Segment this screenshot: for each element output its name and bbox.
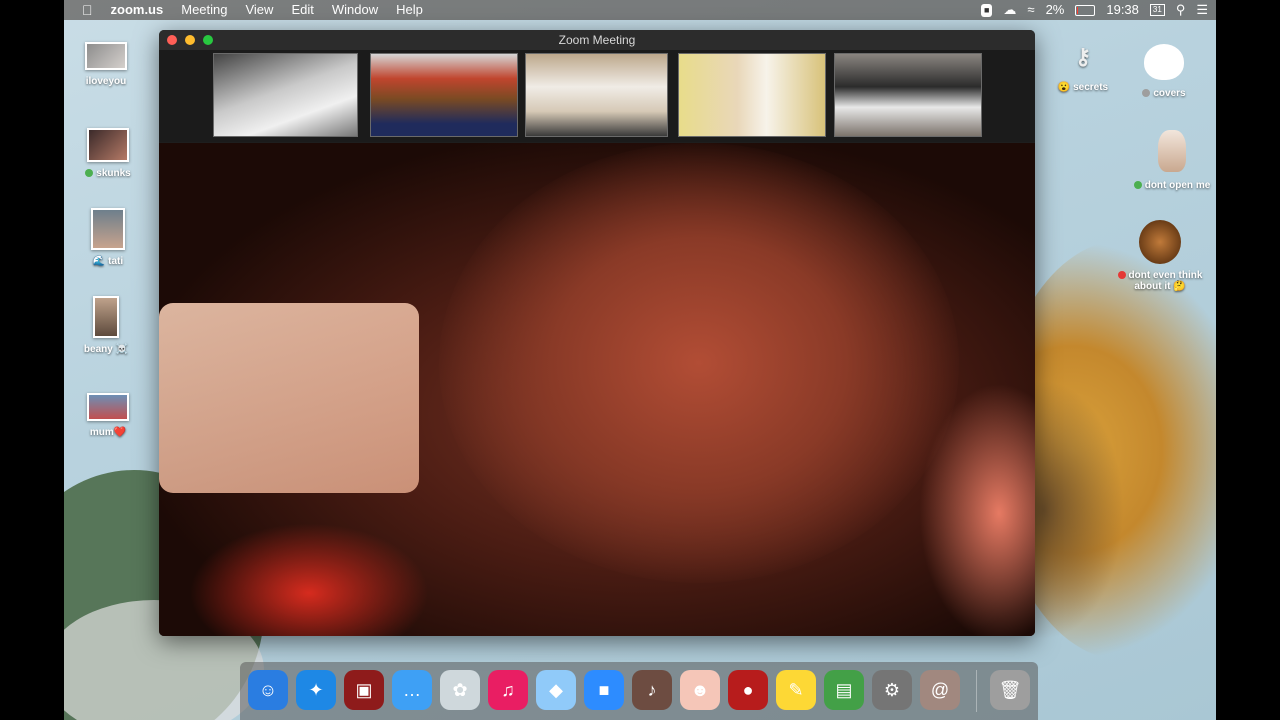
menu-meeting[interactable]: Meeting <box>172 0 236 20</box>
video-blur-shape <box>189 523 429 636</box>
calendar-icon[interactable]: 31 <box>1149 4 1165 16</box>
messages-icon[interactable]: … <box>392 670 432 710</box>
bunny-icon <box>1144 44 1184 80</box>
tag-green-icon <box>85 169 94 178</box>
dock-separator <box>976 670 977 712</box>
menu-window[interactable]: Window <box>323 0 387 20</box>
video-blur-shape <box>439 143 959 583</box>
folder-thumbnail <box>93 296 119 338</box>
menu-app-name[interactable]: zoom.us <box>102 0 173 20</box>
desktop-icon-label: dont open me <box>1144 180 1211 191</box>
preview-icon[interactable]: ▤ <box>824 670 864 710</box>
skull-emoji-icon: ☠️ <box>115 344 129 355</box>
system-preferences-icon[interactable]: ⚙ <box>872 670 912 710</box>
trash-icon[interactable]: 🗑 <box>990 670 1030 710</box>
safari-icon[interactable]: ✦ <box>296 670 336 710</box>
desktop-icon-label: beany <box>83 344 113 355</box>
spotlight-search-icon[interactable]: ⚲ <box>1176 0 1186 20</box>
photo-booth-alt-icon[interactable]: ● <box>728 670 768 710</box>
wave-emoji-icon: 🌊 <box>92 256 106 267</box>
desktop-icon-beany[interactable]: beany ☠️ <box>66 296 146 355</box>
key-icon: ⚷ <box>1074 44 1092 69</box>
creative-cloud-icon[interactable]: ☁ <box>1003 0 1016 20</box>
participant-video-tile[interactable] <box>834 53 982 137</box>
desktop-icon-label: mum <box>89 427 114 438</box>
close-button[interactable] <box>167 35 177 45</box>
desktop-icon-label: tati <box>108 256 124 267</box>
desktop-icon-label: skunks <box>96 168 131 179</box>
seal-icon[interactable]: ◆ <box>536 670 576 710</box>
zoom-status-icon[interactable]: ■ <box>980 3 993 17</box>
desktop-icon-skunks[interactable]: skunks <box>68 128 148 179</box>
desktop-icon-dont-open-me[interactable]: dont open me <box>1122 130 1216 191</box>
participant-video-tile[interactable] <box>213 53 358 137</box>
desktop-icon-tati[interactable]: 🌊 tati <box>68 208 148 267</box>
participant-video-tile[interactable] <box>678 53 826 137</box>
zoom-meeting-window[interactable]: Zoom Meeting <box>159 30 1035 636</box>
wifi-icon[interactable]: ≈ <box>1027 0 1034 20</box>
desktop-icon-iloveyou[interactable]: iloveyou <box>66 42 146 87</box>
desktop-icon-label: covers <box>1153 88 1186 99</box>
menu-extras: ■ ☁ ≈ 2% 19:38 31 ⚲ ☰ <box>980 0 1208 20</box>
finder-icon[interactable]: ☺ <box>248 670 288 710</box>
photo-booth-icon[interactable]: ▣ <box>344 670 384 710</box>
participant-strip <box>159 50 1035 142</box>
desktop:  zoom.us Meeting View Edit Window Help … <box>64 0 1216 720</box>
notification-center-icon[interactable]: ☰ <box>1196 0 1208 20</box>
garageband-icon[interactable]: ♪ <box>632 670 672 710</box>
folder-thumbnail <box>85 42 127 70</box>
dock: ☺ ✦ ▣… ✿ ♫ ◆ ■ ♪ ☻ ● ✎ ▤ ⚙ @ 🗑 <box>240 662 1038 720</box>
desktop-icon-label: secrets <box>1073 82 1109 93</box>
surprised-emoji-icon: 😮 <box>1057 82 1071 93</box>
rabbit-sticker-icon <box>1158 130 1186 172</box>
zoom-button[interactable] <box>203 35 213 45</box>
desktop-icon-dont-even-think[interactable]: dont even think about it 🤔 <box>1110 220 1210 292</box>
minimize-button[interactable] <box>185 35 195 45</box>
lion-sticker-icon <box>1139 220 1181 264</box>
itunes-icon[interactable]: ♫ <box>488 670 528 710</box>
zoom-icon[interactable]: ■ <box>584 670 624 710</box>
battery-level <box>1077 6 1079 14</box>
window-title: Zoom Meeting <box>558 33 636 47</box>
active-speaker-video[interactable] <box>159 143 1035 636</box>
thinking-emoji-icon: 🤔 <box>1173 281 1186 292</box>
tag-green-icon <box>1133 181 1142 190</box>
desktop-icon-label: iloveyou <box>85 76 127 87</box>
battery-percent[interactable]: 2% <box>1046 0 1065 20</box>
clock[interactable]: 19:38 <box>1106 0 1139 20</box>
skype-icon[interactable]: ✿ <box>440 670 480 710</box>
tag-red-icon <box>1117 271 1126 280</box>
folder-thumbnail <box>91 208 125 250</box>
battery-icon[interactable] <box>1075 4 1096 16</box>
stickies-icon[interactable]: ✎ <box>776 670 816 710</box>
desktop-icon-mum[interactable]: mum❤️ <box>68 393 148 438</box>
desktop-icon-label: dont even think about it <box>1128 270 1203 292</box>
face-icon[interactable]: ☻ <box>680 670 720 710</box>
menu-edit[interactable]: Edit <box>282 0 322 20</box>
desktop-icon-covers[interactable]: covers <box>1124 44 1204 99</box>
participant-video-tile[interactable] <box>525 53 668 137</box>
apple-icon[interactable]:  <box>64 0 102 20</box>
menu-bar:  zoom.us Meeting View Edit Window Help … <box>64 0 1216 20</box>
tag-gray-icon <box>1142 89 1151 98</box>
window-titlebar[interactable]: Zoom Meeting <box>159 30 1035 50</box>
heart-emoji-icon: ❤️ <box>113 427 127 438</box>
desktop-icon-secrets[interactable]: ⚷ 😮 secrets <box>1043 44 1123 93</box>
folder-thumbnail <box>87 128 129 162</box>
menu-view[interactable]: View <box>236 0 282 20</box>
video-blur-shape <box>159 303 419 493</box>
menu-help[interactable]: Help <box>387 0 432 20</box>
folder-thumbnail <box>87 393 129 421</box>
contacts-icon[interactable]: @ <box>920 670 960 710</box>
participant-video-tile[interactable] <box>370 53 518 137</box>
